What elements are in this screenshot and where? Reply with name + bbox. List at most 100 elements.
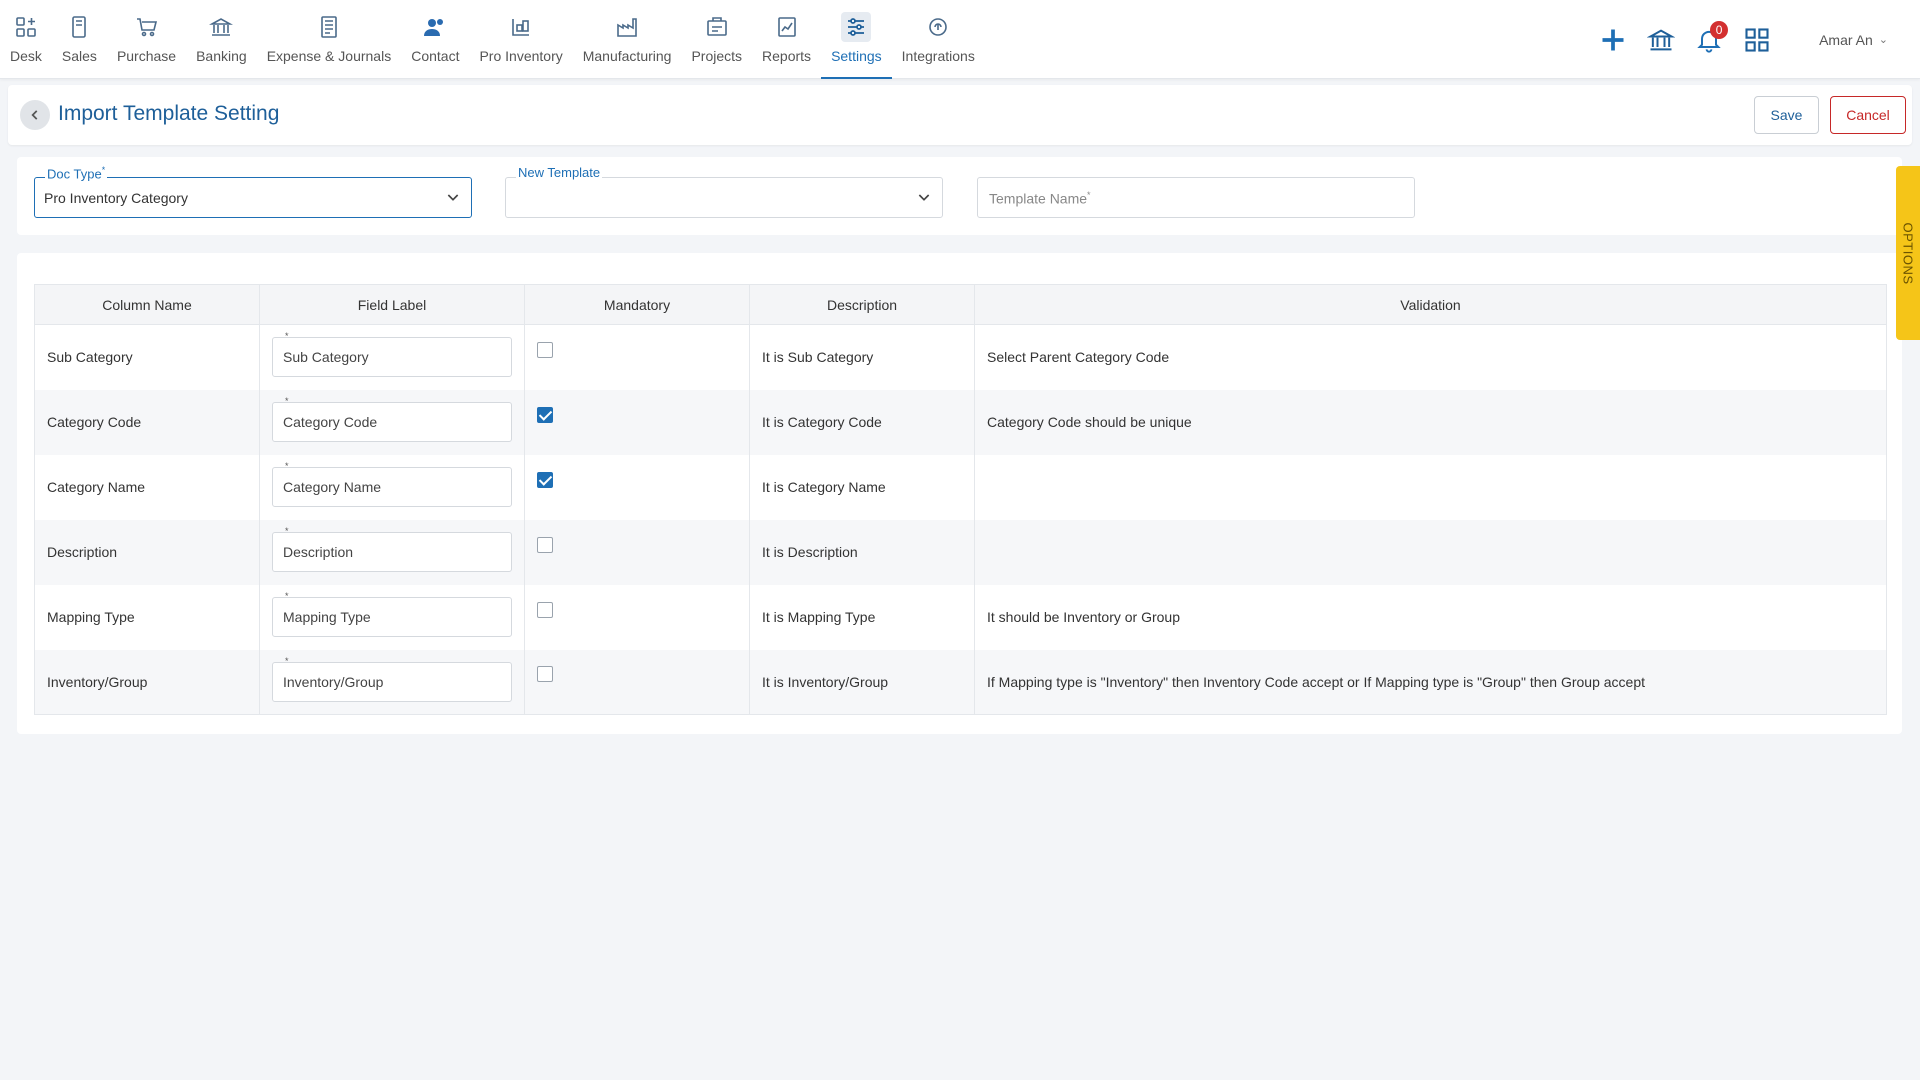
- desk-icon: [11, 12, 41, 42]
- field-label-input[interactable]: [272, 337, 512, 378]
- header-validation: Validation: [974, 284, 1887, 325]
- nav-projects[interactable]: Projects: [681, 0, 752, 79]
- cell-field-label: *: [259, 519, 525, 585]
- cell-mandatory: [524, 454, 750, 520]
- doc-type-select[interactable]: Doc Type* Pro Inventory Category: [34, 165, 472, 218]
- bank-icon: [206, 12, 236, 42]
- cart-icon: [132, 12, 162, 42]
- fields-table: Column Name Field Label Mandatory Descri…: [34, 284, 1887, 715]
- field-label-input[interactable]: [272, 467, 512, 507]
- cell-description: It is Category Name: [749, 454, 975, 520]
- chevron-down-icon: ⌄: [1878, 34, 1888, 46]
- cell-column-name: Inventory/Group: [34, 649, 260, 715]
- contact-icon: [420, 12, 450, 42]
- field-label-wrapper: *: [272, 331, 512, 378]
- mandatory-checkbox[interactable]: [537, 536, 553, 553]
- save-button[interactable]: Save: [1754, 96, 1819, 134]
- nav-banking-label: Banking: [196, 48, 247, 64]
- organization-button[interactable]: [1639, 18, 1683, 62]
- back-button[interactable]: [20, 100, 50, 130]
- nav-settings-label: Settings: [831, 48, 882, 64]
- required-mark: *: [101, 165, 106, 175]
- user-menu[interactable]: Amar An ⌄: [1819, 32, 1888, 48]
- table-row: Description * It is Description: [34, 519, 1887, 585]
- mandatory-checkbox[interactable]: [537, 406, 553, 423]
- apps-button[interactable]: [1735, 18, 1779, 62]
- table-body: Sub Category * It is Sub CategorySelect Pa…: [34, 324, 1887, 715]
- template-name-placeholder-text: Template Name: [989, 190, 1088, 207]
- header-description: Description: [749, 284, 975, 325]
- nav-purchase[interactable]: Purchase: [107, 0, 186, 79]
- main-nav: Desk Sales Purchase Banking Expense & Jo…: [0, 0, 985, 79]
- field-label-wrapper: *: [272, 656, 512, 702]
- notifications-button[interactable]: 0: [1687, 18, 1731, 62]
- projects-icon: [702, 12, 732, 42]
- options-tab-label: OPTIONS: [1900, 221, 1916, 285]
- cancel-button[interactable]: Cancel: [1830, 96, 1906, 134]
- doc-type-label-text: Doc Type: [47, 166, 102, 182]
- required-mark: *: [285, 396, 289, 406]
- mandatory-checkbox[interactable]: [537, 666, 553, 683]
- cell-description: It is Mapping Type: [749, 584, 975, 650]
- page-header: Import Template Setting Save Cancel: [8, 85, 1912, 145]
- cell-mandatory: [524, 519, 750, 585]
- table-row: Mapping Type * It is Mapping TypeIt should…: [34, 584, 1887, 650]
- cell-field-label: *: [259, 649, 525, 715]
- options-tab[interactable]: OPTIONS: [1896, 166, 1920, 340]
- table-header-row: Column Name Field Label Mandatory Descri…: [34, 284, 1887, 325]
- required-mark: *: [285, 526, 289, 536]
- cell-column-name: Sub Category: [34, 324, 260, 390]
- fields-table-panel: Column Name Field Label Mandatory Descri…: [17, 253, 1902, 734]
- nav-banking[interactable]: Banking: [186, 0, 257, 79]
- field-label-wrapper: *: [272, 591, 512, 637]
- cell-column-name: Category Code: [34, 389, 260, 455]
- mandatory-checkbox[interactable]: [537, 341, 553, 358]
- nav-sales-label: Sales: [61, 48, 97, 64]
- nav-sales[interactable]: Sales: [52, 0, 107, 79]
- nav-expense-journals[interactable]: Expense & Journals: [257, 0, 402, 79]
- doc-type-label: Doc Type*: [45, 165, 108, 182]
- inventory-icon: [506, 12, 536, 42]
- table-row: Sub Category * It is Sub CategorySelect Pa…: [34, 324, 1887, 390]
- header-mandatory: Mandatory: [524, 284, 750, 325]
- nav-desk[interactable]: Desk: [0, 0, 52, 79]
- cell-field-label: *: [259, 584, 525, 650]
- field-label-input[interactable]: [272, 597, 512, 637]
- chevron-left-icon: [31, 110, 38, 120]
- top-navigation-bar: Desk Sales Purchase Banking Expense & Jo…: [0, 0, 1920, 79]
- nav-expense-label: Expense & Journals: [266, 48, 392, 64]
- nav-projects-label: Projects: [691, 48, 743, 64]
- cell-validation: [974, 454, 1887, 520]
- field-label-input[interactable]: [272, 402, 512, 442]
- header-tools: 0 Amar An ⌄: [1591, 0, 1920, 79]
- factory-icon: [612, 12, 642, 42]
- nav-pro-inventory[interactable]: Pro Inventory: [469, 0, 572, 79]
- required-mark: *: [285, 591, 289, 601]
- plus-icon: [1602, 29, 1624, 50]
- field-label-input[interactable]: [272, 532, 512, 572]
- field-label-input[interactable]: [272, 661, 512, 702]
- new-template-select[interactable]: New Template: [505, 165, 943, 218]
- nav-integrations[interactable]: Integrations: [892, 0, 985, 79]
- header-field-label: Field Label: [259, 284, 525, 325]
- cell-validation: Category Code should be unique: [974, 389, 1887, 455]
- table-row: Category Code * It is Category CodeCategor…: [34, 389, 1887, 455]
- nav-manufacturing-label: Manufacturing: [582, 48, 672, 64]
- cell-column-name: Description: [34, 519, 260, 585]
- grid-icon: [1745, 27, 1769, 52]
- cell-mandatory: [524, 389, 750, 455]
- nav-contact[interactable]: Contact: [401, 0, 469, 79]
- add-new-button[interactable]: [1591, 18, 1635, 62]
- cell-field-label: *: [259, 389, 525, 455]
- required-mark: *: [1087, 190, 1091, 200]
- template-name-input[interactable]: Template Name*: [977, 177, 1415, 218]
- mandatory-checkbox[interactable]: [537, 601, 553, 618]
- cell-validation: Select Parent Category Code: [974, 324, 1887, 390]
- nav-reports[interactable]: Reports: [752, 0, 821, 79]
- table-row: Inventory/Group * It is Inventory/GroupIf …: [34, 649, 1887, 715]
- mandatory-checkbox[interactable]: [537, 471, 553, 488]
- cell-validation: [974, 519, 1887, 585]
- nav-settings[interactable]: Settings: [821, 0, 892, 79]
- nav-manufacturing[interactable]: Manufacturing: [573, 0, 682, 79]
- cell-validation: If Mapping type is "Inventory" then Inve…: [974, 649, 1887, 715]
